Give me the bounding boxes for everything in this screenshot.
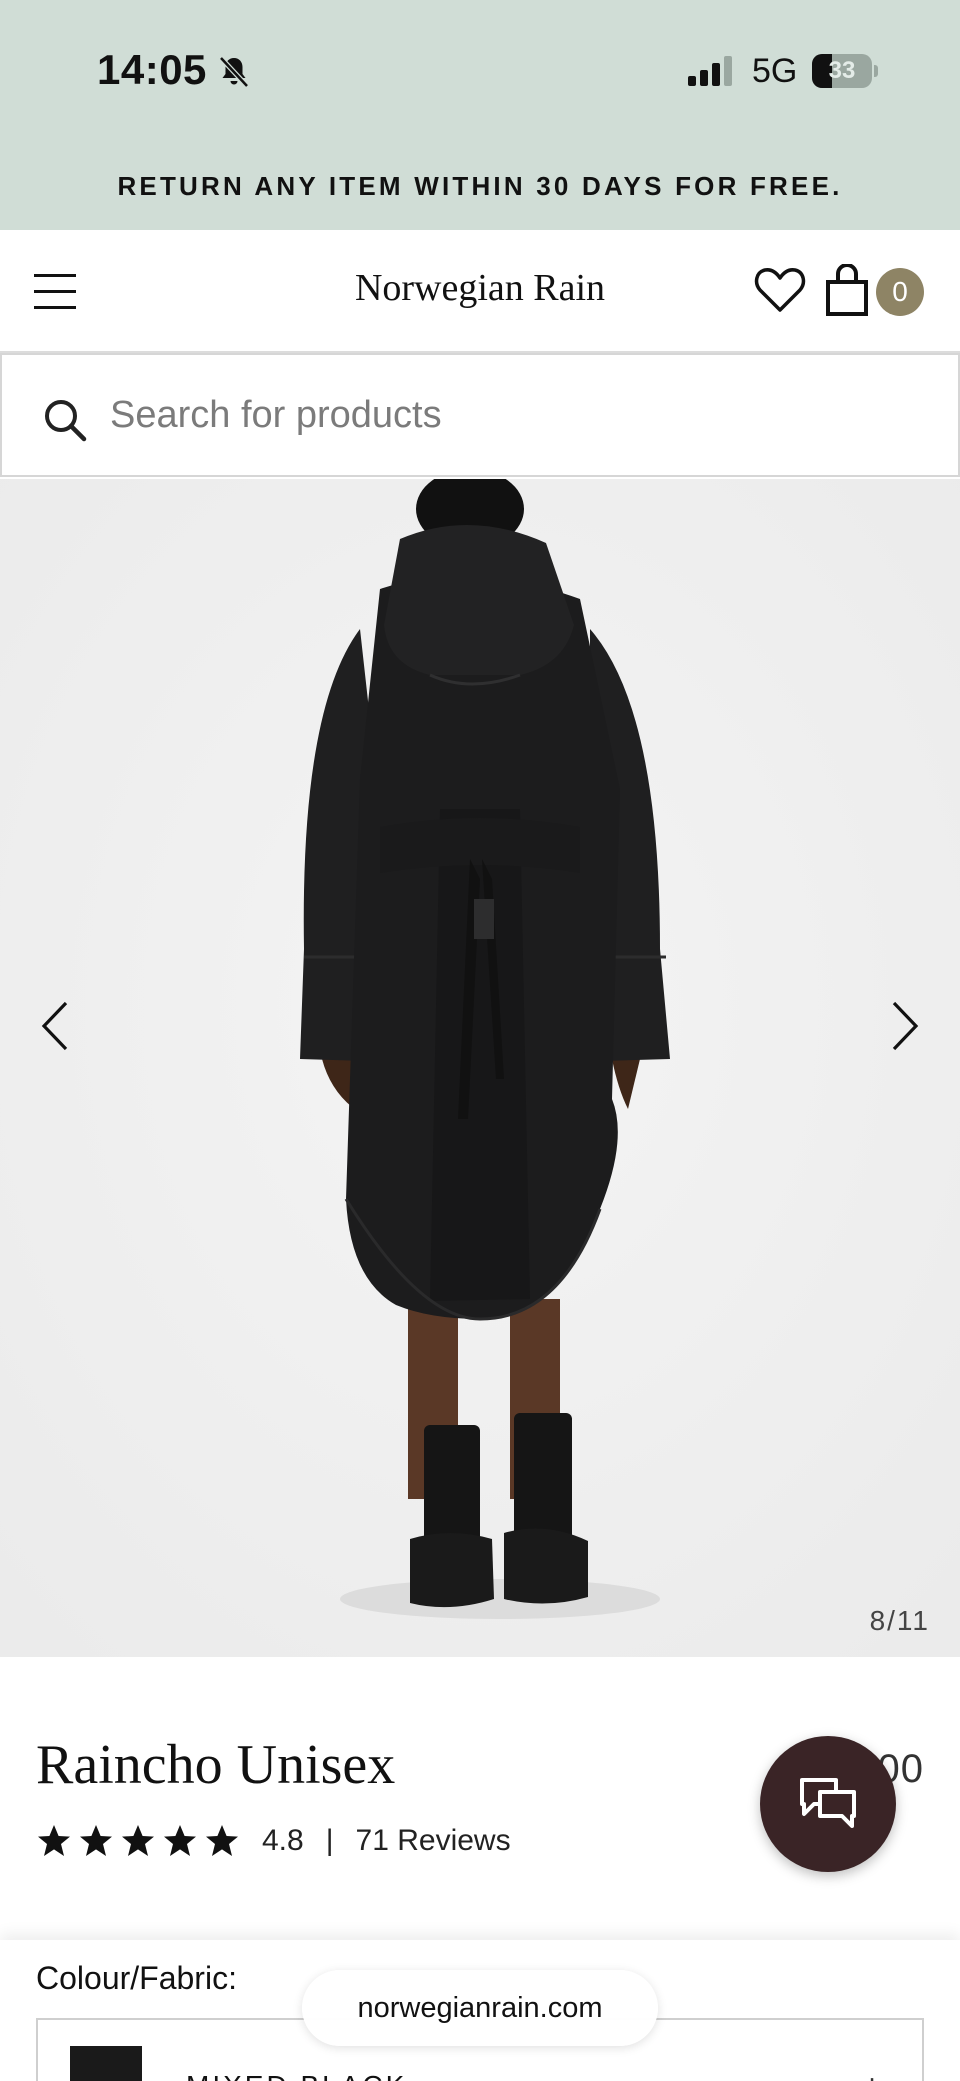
promo-text: RETURN ANY ITEM WITHIN 30 DAYS FOR FREE. xyxy=(117,171,843,201)
brand-logo[interactable]: Norwegian Rain xyxy=(0,266,960,310)
browser-url-bar[interactable]: norwegianrain.com xyxy=(302,1970,658,2046)
rating-value: 4.8 xyxy=(262,1824,304,1857)
network-type: 5G xyxy=(752,52,798,90)
reviews-link[interactable]: 71 Reviews xyxy=(356,1824,511,1858)
expand-icon: + xyxy=(862,2068,882,2081)
product-title: Raincho Unisex xyxy=(36,1734,396,1796)
chat-bubbles-icon xyxy=(800,1778,856,1828)
cart-count-badge[interactable]: 0 xyxy=(876,268,924,316)
rating-separator: | xyxy=(325,1824,334,1857)
fabric-swatch xyxy=(70,2046,142,2081)
product-gallery[interactable]: 8/11 xyxy=(0,479,960,1657)
star-icon xyxy=(38,1825,70,1856)
chat-button[interactable] xyxy=(760,1736,896,1872)
search-icon xyxy=(45,400,87,442)
battery-icon: 33 xyxy=(812,54,878,88)
star-icon xyxy=(206,1825,238,1856)
star-icon xyxy=(122,1825,154,1856)
previous-image-arrow-icon[interactable] xyxy=(36,991,76,1061)
site-header: Norwegian Rain 0 xyxy=(0,230,960,353)
fabric-name: MIXED BLACK xyxy=(186,2070,407,2081)
status-time: 14:05 xyxy=(97,46,207,93)
colour-fabric-label: Colour/Fabric: xyxy=(36,1960,237,1996)
search-input[interactable] xyxy=(110,385,910,445)
promo-banner: RETURN ANY ITEM WITHIN 30 DAYS FOR FREE. xyxy=(0,145,960,230)
search-bar[interactable] xyxy=(0,353,960,477)
status-bar: 14:05 5G 33 xyxy=(0,0,960,145)
slide-counter: 8/11 xyxy=(869,1605,930,1636)
cellular-signal-icon xyxy=(688,56,732,86)
star-icon xyxy=(80,1825,112,1856)
battery-level: 33 xyxy=(828,57,856,84)
rating-row[interactable]: 4.8 | 71 Reviews xyxy=(36,1821,511,1861)
bell-muted-icon xyxy=(219,56,249,88)
shopping-bag-icon[interactable] xyxy=(824,264,870,316)
heart-icon[interactable] xyxy=(754,266,806,314)
product-photo xyxy=(0,479,960,1657)
star-icon xyxy=(164,1825,196,1856)
star-rating xyxy=(36,1823,246,1859)
next-image-arrow-icon[interactable] xyxy=(884,991,924,1061)
